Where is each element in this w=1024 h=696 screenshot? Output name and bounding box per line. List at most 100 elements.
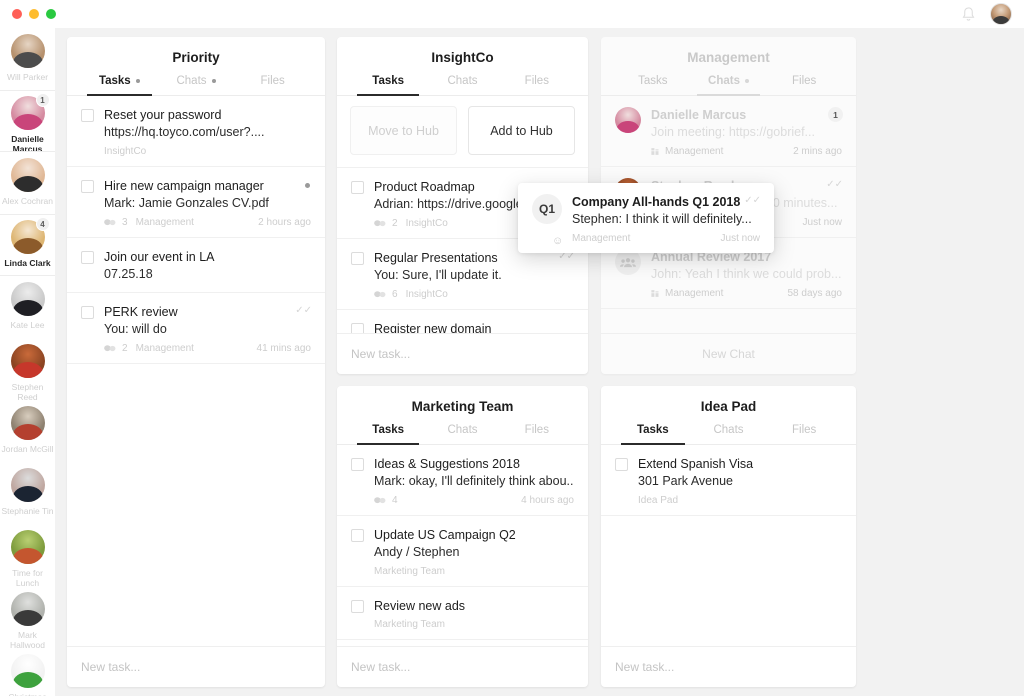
tab-files[interactable]: Files [500, 424, 574, 444]
sidebar-item-kate-lee[interactable]: Kate Lee [0, 276, 55, 338]
stephen-reed-avatar [10, 344, 45, 378]
column-item-list: Ideas & Suggestions 2018 Mark: okay, I'll… [337, 445, 588, 646]
column-item-list: Reset your password https://hq.toyco.com/… [67, 96, 325, 646]
chat-row[interactable]: Danielle Marcus Join meeting: https://gob… [601, 96, 856, 167]
task-row[interactable]: Review new ads Marketing Team [337, 587, 588, 640]
dropzone-move-to-hub[interactable]: Move to Hub [350, 106, 457, 155]
sidebar-item-time-for-lunch[interactable]: Time for Lunch [0, 524, 55, 588]
mark-hallwood-avatar [10, 592, 45, 626]
task-checkbox[interactable] [351, 252, 364, 265]
tab-chats[interactable]: Chats [691, 424, 767, 444]
row-subtitle: Mark: Jamie Gonzales CV.pdf [104, 196, 269, 210]
task-row[interactable]: PERK review You: will do 2 Management 41 min… [67, 293, 325, 364]
row-body: Regular Presentations You: Sure, I'll upd… [374, 250, 574, 300]
tab-label: Chats [713, 424, 744, 436]
tab-label: Tasks [372, 75, 405, 87]
avatar-hair [12, 176, 43, 192]
row-timestamp: 41 mins ago [256, 343, 311, 354]
sidebar-item-stephanie-tin[interactable]: Stephanie Tin [0, 462, 55, 524]
task-row[interactable]: Join our event in LA 07.25.18 [67, 238, 325, 293]
read-receipt-icon: ✓✓ [826, 179, 843, 190]
row-subtitle: Andy / Stephen [374, 545, 460, 559]
minimize-button[interactable] [29, 9, 39, 19]
sidebar-item-danielle-marcus[interactable]: 1 Danielle Marcus [0, 90, 55, 154]
task-checkbox[interactable] [81, 251, 94, 264]
tab-tasks[interactable]: Tasks [351, 75, 425, 96]
tab-tasks[interactable]: Tasks [351, 424, 425, 445]
task-row[interactable]: Reset your password https://hq.toyco.com/… [67, 96, 325, 167]
unread-badge: 4 [35, 217, 50, 231]
row-timestamp: 4 hours ago [521, 495, 574, 506]
tab-chats[interactable]: Chats [425, 424, 499, 444]
avatar-image [10, 468, 45, 502]
task-row[interactable]: Extend Spanish Visa 301 Park Avenue Idea … [601, 445, 856, 516]
task-row[interactable]: Register new domainwww.insightco-next.co… [337, 310, 588, 333]
sidebar-item-jordan-mcgill[interactable]: Jordan McGill [0, 400, 55, 462]
row-body: Reset your password https://hq.toyco.com/… [104, 107, 311, 157]
task-checkbox[interactable] [351, 323, 364, 333]
new-task-input[interactable]: New task... [337, 646, 588, 687]
row-body: Annual Review 2017 John: Yeah I think we … [651, 249, 842, 299]
task-checkbox[interactable] [351, 529, 364, 542]
row-meta: Management 58 days ago [651, 288, 842, 299]
row-body: Danielle Marcus Join meeting: https://gob… [651, 107, 842, 157]
task-checkbox[interactable] [351, 181, 364, 194]
tab-label: Files [524, 424, 549, 436]
task-checkbox[interactable] [81, 109, 94, 122]
column-tabs: Tasks Chats Files [337, 424, 588, 445]
sidebar-item-will-parker[interactable]: Will Parker [0, 28, 55, 90]
sidebar-item-stephen-reed[interactable]: Stephen Reed [0, 338, 55, 402]
dragged-chat-card[interactable]: Q1 Company All-hands Q1 2018 Stephen: I th… [518, 183, 774, 253]
tab-chats[interactable]: Chats [158, 75, 235, 95]
zoom-button[interactable] [46, 9, 56, 19]
new-task-input[interactable]: New task... [67, 646, 325, 687]
row-subtitle: You: Sure, I'll update it. [374, 268, 502, 282]
sidebar-item-alex-cochran[interactable]: Alex Cochran [0, 152, 55, 214]
close-button[interactable] [12, 9, 22, 19]
column-idea-pad: Idea Pad Tasks Chats Files Extend Spanish Vi… [601, 386, 856, 687]
linda-clark-avatar: 4 [10, 217, 50, 254]
task-checkbox[interactable] [351, 458, 364, 471]
danielle-marcus-avatar [615, 107, 641, 133]
account-avatar[interactable] [990, 3, 1012, 25]
column-marketing-team: Marketing Team Tasks Chats Files Ideas & Sug… [337, 386, 588, 687]
row-meta: 4 4 hours ago [374, 495, 574, 506]
task-row[interactable]: Hire new campaign manager Mark: Jamie Gon… [67, 167, 325, 238]
traffic-light-buttons [12, 9, 56, 19]
tab-label: Tasks [638, 75, 668, 87]
dropzone-add-to-hub[interactable]: Add to Hub [468, 106, 575, 155]
sidebar-item-linda-clark[interactable]: 4 Linda Clark [0, 214, 55, 276]
task-row[interactable]: Update US Campaign Q2 Andy / Stephen Marke… [337, 516, 588, 587]
tab-files[interactable]: Files [766, 424, 842, 444]
avatar-hair [616, 121, 640, 133]
task-checkbox[interactable] [81, 306, 94, 319]
task-checkbox[interactable] [615, 458, 628, 471]
sidebar-item-label: Alex Cochran [1, 196, 54, 206]
drag-card-title: Company All-hands Q1 2018 [572, 195, 741, 209]
tab-tasks[interactable]: Tasks [615, 75, 691, 95]
avatar-image [10, 406, 45, 440]
tab-label: Files [524, 75, 549, 87]
tab-files[interactable]: Files [766, 75, 842, 95]
sidebar-item-christmas-party[interactable]: Christmas Party [0, 648, 55, 696]
row-hub-label: InsightCo [405, 218, 448, 229]
tab-files[interactable]: Files [234, 75, 311, 95]
tab-chats[interactable]: Chats [425, 75, 499, 95]
tab-chats[interactable]: Chats [691, 75, 767, 96]
new-task-input[interactable]: New task... [337, 333, 588, 374]
new-chat-input[interactable]: New Chat [601, 333, 856, 374]
task-checkbox[interactable] [81, 180, 94, 193]
tab-files[interactable]: Files [500, 75, 574, 95]
tab-tasks[interactable]: Tasks [81, 75, 158, 96]
avatar-image [10, 282, 45, 316]
sidebar-item-mark-hallwood[interactable]: Mark Hallwood [0, 586, 55, 650]
task-row[interactable]: Ideas & Suggestions 2018 Mark: okay, I'll… [337, 445, 588, 516]
new-task-input[interactable]: New task... [601, 646, 856, 687]
tab-tasks[interactable]: Tasks [615, 424, 691, 445]
row-hub-label: Management [665, 288, 724, 299]
task-checkbox[interactable] [351, 600, 364, 613]
bell-icon[interactable] [961, 6, 976, 23]
drag-card-avatar: Q1 [532, 194, 562, 224]
contacts-sidebar[interactable]: Will Parker 1 Danielle Marcus Alex Cochran 4… [0, 28, 55, 696]
row-timestamp: 2 hours ago [258, 217, 311, 228]
